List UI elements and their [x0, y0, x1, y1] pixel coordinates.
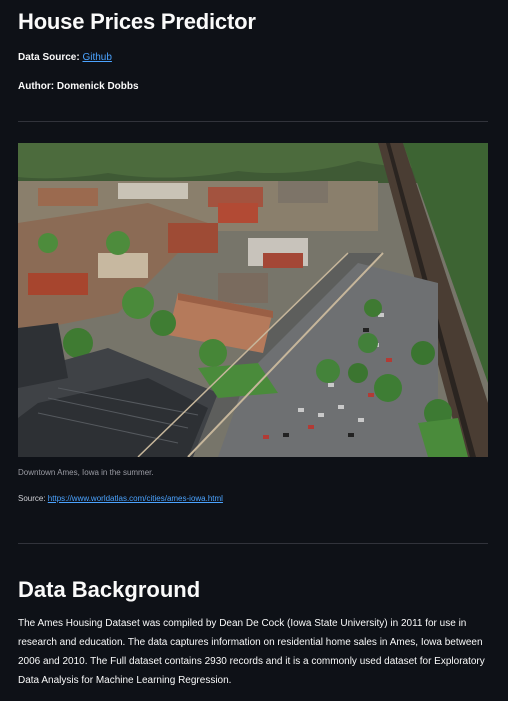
- main-content: House Prices Predictor Data Source: Gith…: [0, 0, 508, 701]
- divider: [18, 543, 488, 544]
- image-caption: Downtown Ames, Iowa in the summer.: [18, 468, 154, 477]
- image-source-label: Source:: [18, 494, 48, 503]
- data-source-label: Data Source:: [18, 52, 83, 63]
- github-link[interactable]: Github: [82, 52, 111, 63]
- author-line: Author: Domenick Dobbs: [18, 81, 139, 92]
- image-source-line: Source: https://www.worldatlas.com/citie…: [18, 493, 488, 504]
- page-title: House Prices Predictor: [18, 9, 256, 34]
- section-title-data-background: Data Background: [18, 577, 201, 602]
- data-background-paragraph: The Ames Housing Dataset was compiled by…: [18, 618, 485, 686]
- downtown-ames-photo: [18, 143, 488, 457]
- image-source-link[interactable]: https://www.worldatlas.com/cities/ames-i…: [48, 494, 223, 503]
- data-source-line: Data Source: Github: [18, 51, 488, 65]
- divider: [18, 121, 488, 122]
